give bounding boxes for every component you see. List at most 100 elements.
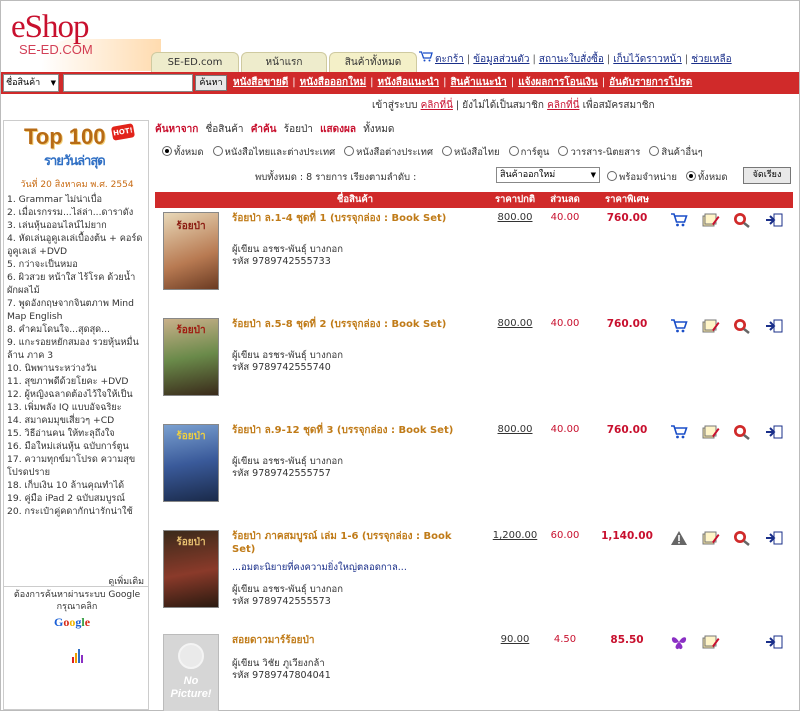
compare-icon[interactable]: [765, 530, 783, 546]
logo-title: eShop: [11, 9, 89, 45]
top100-item[interactable]: 17. ความทุกข์มาโปรด ความสุขโปรดปราย: [7, 453, 145, 479]
separator: |: [532, 54, 536, 65]
radio-label: ทั้งหมด: [174, 147, 204, 158]
site-header: eShop SE-ED.COM SE-ED.com หน้าแรก สินค้า…: [0, 0, 800, 73]
link-cart[interactable]: ตะกร้า: [435, 54, 464, 65]
link-order-status[interactable]: สถานะใบสั่งซื้อ: [539, 54, 604, 65]
top100-item[interactable]: 12. ผู้หญิงฉลาดต้องไว้ใจให้เป็น: [7, 388, 145, 401]
top100-list: 1. Grammar ไม่น่าเบื่อ 2. เมื่อเรกรรม...…: [7, 193, 145, 518]
nav-recommended-books[interactable]: หนังสือแนะนำ: [378, 77, 440, 88]
top100-item[interactable]: 10. นิพพานระหว่างวัน: [7, 362, 145, 375]
top100-item[interactable]: 19. คู่มือ iPad 2 ฉบับสมบูรณ์: [7, 492, 145, 505]
top100-item[interactable]: 15. วิธีอ่านคน ให้ทะลุถึงใจ: [7, 427, 145, 440]
product-title[interactable]: ร้อยป่า ภาคสมบูรณ์ เล่ม 1-6 (บรรจุกล่อง …: [232, 530, 472, 556]
add-to-cart-icon[interactable]: [670, 212, 688, 228]
top100-item[interactable]: 5. กว่าจะเป็นหมอ: [7, 258, 145, 271]
nav-favorites-ranking[interactable]: อันดับรายการโปรด: [609, 77, 692, 88]
wishlist-icon[interactable]: [702, 634, 720, 650]
chevron-down-icon: ▼: [590, 171, 596, 179]
product-special-price: 760.00: [606, 424, 648, 436]
tab-all-products[interactable]: สินค้าทั้งหมด: [329, 52, 417, 73]
link-help[interactable]: ช่วยเหลือ: [691, 54, 731, 65]
search-input[interactable]: [63, 74, 193, 92]
radio-foreign[interactable]: หนังสือต่างประเทศ: [344, 145, 433, 160]
top100-item[interactable]: 14. สมาคมมุขเสี่ยวๆ +CD: [7, 414, 145, 427]
preview-icon[interactable]: [732, 318, 750, 334]
wishlist-icon[interactable]: [702, 318, 720, 334]
tab-home[interactable]: หน้าแรก: [241, 52, 327, 73]
radio-all-stock[interactable]: ทั้งหมด: [685, 170, 728, 185]
radio-thai-foreign[interactable]: หนังสือไทยและต่างประเทศ: [212, 145, 336, 160]
top100-item[interactable]: 6. ผิวสวย หน้าใส ไร้โรค ด้วยน้ำผักผลไม้: [7, 271, 145, 297]
radio-cartoon[interactable]: การ์ตูน: [508, 145, 549, 160]
radio-all[interactable]: ทั้งหมด: [162, 145, 204, 160]
keyword-value: ร้อยป่า: [283, 124, 313, 135]
add-to-cart-icon[interactable]: [670, 424, 688, 440]
radio-thai[interactable]: หนังสือไทย: [442, 145, 500, 160]
top100-item[interactable]: 20. กระเป๋าคู่คดากักน่ารักน่าใช้: [7, 505, 145, 518]
product-title[interactable]: ร้อยป่า ล.1-4 ชุดที่ 1 (บรรจุกล่อง : Boo…: [232, 212, 472, 225]
top100-item[interactable]: 3. เล่นหุ้นออนไลน์ไม่ยาก: [7, 219, 145, 232]
top100-item[interactable]: 9. แกะรอยหยักสมอง รวยหุ้นหมื่นล้าน ภาค 3: [7, 336, 145, 362]
compare-icon[interactable]: [765, 318, 783, 334]
register-link[interactable]: คลิกที่นี่: [547, 100, 579, 111]
preview-icon[interactable]: [732, 424, 750, 440]
top100-item[interactable]: 1. Grammar ไม่น่าเบื่อ: [7, 193, 145, 206]
no-picture-placeholder[interactable]: No Picture!: [163, 634, 219, 711]
compare-icon[interactable]: [765, 424, 783, 440]
top100-item[interactable]: 18. เก็บเงิน 10 ล้านคุณทำได้: [7, 479, 145, 492]
book-cover[interactable]: ร้อยป่า: [163, 318, 219, 396]
cart-icon[interactable]: [419, 51, 433, 65]
top100-item[interactable]: 13. เพิ่มพลัง IQ แบบอัจฉริยะ: [7, 401, 145, 414]
warning-icon[interactable]: [670, 530, 688, 546]
compare-icon[interactable]: [765, 634, 783, 650]
link-account[interactable]: ข้อมูลส่วนตัว: [473, 54, 529, 65]
tab-se-ed[interactable]: SE-ED.com: [151, 52, 239, 73]
separator: |: [606, 54, 611, 65]
radio-dot: [212, 146, 223, 156]
wishlist-icon[interactable]: [702, 212, 720, 228]
nav-payment-notice[interactable]: แจ้งผลการโอนเงิน: [518, 77, 598, 88]
top100-item[interactable]: 7. พูดอังกฤษจากจินตภาพ Mind Map English: [7, 297, 145, 323]
top100-item[interactable]: 11. สุขภาพดีด้วยโยคะ +DVD: [7, 375, 145, 388]
link-wishlist[interactable]: เก็บไว้ดราวหน้า: [613, 54, 682, 65]
google-logo[interactable]: Google: [54, 615, 90, 630]
radio-magazine[interactable]: วารสาร-นิตยสาร: [558, 145, 640, 160]
search-category-select[interactable]: ชื่อสินค้า ▼: [3, 74, 59, 92]
nav-bestsellers[interactable]: หนังสือขายดี: [233, 77, 288, 88]
product-isbn: รหัส 9789742555733: [232, 256, 331, 267]
product-discount: 40.00: [550, 424, 580, 435]
book-cover[interactable]: ร้อยป่า: [163, 530, 219, 608]
login-link[interactable]: คลิกที่นี่: [421, 100, 453, 111]
top100-item[interactable]: 16. มือใหม่เล่นหุ้น ฉบับการ์ตูน: [7, 440, 145, 453]
top100-item[interactable]: 8. คำคมโดนใจ...สุดสุด...: [7, 323, 145, 336]
radio-other[interactable]: สินค้าอื่นๆ: [649, 145, 703, 160]
google-search-text: ต้องการค้นหาผ่านระบบ Google กรุณาคลิก: [13, 590, 141, 612]
preview-icon[interactable]: [732, 212, 750, 228]
product-title[interactable]: ร้อยป่า ล.5-8 ชุดที่ 2 (บรรจุกล่อง : Boo…: [232, 318, 472, 331]
wishlist-icon[interactable]: [702, 530, 720, 546]
book-cover[interactable]: ร้อยป่า: [163, 424, 219, 502]
sort-select[interactable]: สินค้าออกใหม่ ▼: [496, 167, 600, 183]
product-row: ร้อยป่า ร้อยป่า ล.5-8 ชุดที่ 2 (บรรจุกล่…: [155, 318, 793, 418]
radio-label: หนังสือไทยและต่างประเทศ: [224, 147, 336, 158]
nav-new-books[interactable]: หนังสือออกใหม่: [300, 77, 367, 88]
product-title[interactable]: สอยดาวมาร์ร้อยป่า: [232, 634, 472, 647]
eshop-logo[interactable]: eShop SE-ED.COM: [11, 9, 161, 71]
top100-banner[interactable]: Top 100 HOT! รายวันล่าสุด: [14, 123, 144, 176]
sort-button[interactable]: จัดเรียง: [743, 167, 791, 184]
product-title[interactable]: ร้อยป่า ล.9-12 ชุดที่ 3 (บรรจุกล่อง : Bo…: [232, 424, 472, 437]
add-to-cart-icon[interactable]: [670, 318, 688, 334]
nav-recommended-products[interactable]: สินค้าแนะนำ: [450, 77, 506, 88]
compare-icon[interactable]: [765, 212, 783, 228]
top100-item[interactable]: 2. เมื่อเรกรรม...ไล่ล่า...ดาราดัง: [7, 206, 145, 219]
search-button[interactable]: ค้นหา: [195, 75, 227, 91]
radio-available[interactable]: พร้อมจำหน่าย: [607, 170, 677, 185]
book-cover[interactable]: ร้อยป่า: [163, 212, 219, 290]
register-prefix: ยังไม่ได้เป็นสมาชิก: [462, 100, 544, 111]
butterfly-icon[interactable]: [670, 634, 688, 650]
col-discount: ส่วนลด: [550, 194, 580, 205]
wishlist-icon[interactable]: [702, 424, 720, 440]
preview-icon[interactable]: [732, 530, 750, 546]
top100-item[interactable]: 4. หัดเล่นอูคูเลเล่เบื้องต้น + คอร์ดอูคู…: [7, 232, 145, 258]
